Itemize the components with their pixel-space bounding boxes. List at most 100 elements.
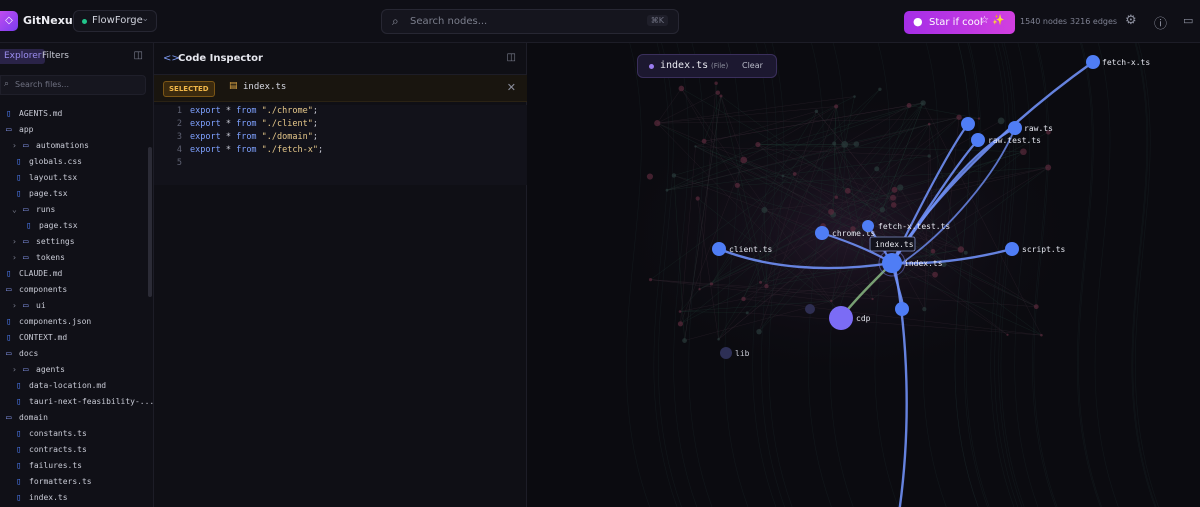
graph-node-raw[interactable] [1008, 121, 1022, 135]
tree-folder[interactable]: ▭ domain [0, 410, 150, 426]
gear-icon[interactable]: ⚙ [1125, 13, 1137, 28]
tree-file[interactable]: ▯ tauri-next-feasibility-... [0, 394, 153, 410]
chevron-right-icon[interactable]: › [12, 234, 20, 250]
tree-file[interactable]: ▯ page.tsx [0, 218, 150, 234]
chevron-right-icon[interactable]: › [12, 250, 20, 266]
file-icon: ▯ [16, 157, 22, 167]
tree-file[interactable]: ▯ globals.css [0, 154, 150, 170]
graph-node-label: raw.ts [1024, 124, 1053, 133]
tree-file[interactable]: ▯ contracts.ts [0, 442, 150, 458]
tree-file[interactable]: ▯ CONTEXT.md [0, 330, 150, 346]
chevron-right-icon[interactable]: › [12, 138, 20, 154]
chevron-right-icon[interactable]: › [12, 362, 20, 378]
line-text: export * from "./client"; [190, 118, 318, 131]
graph-node-label: raw.test.ts [988, 136, 1041, 145]
tree-folder[interactable]: ▭ components [0, 282, 150, 298]
app-name: GitNexus [23, 14, 80, 27]
tree-file[interactable]: ▯ AGENTS.md [0, 106, 150, 122]
search-placeholder: Search nodes... [410, 16, 488, 27]
chevron-down-icon[interactable]: ⌄ [12, 202, 20, 218]
tree-folder[interactable]: › ▭ settings [0, 234, 150, 250]
file-explorer-sidebar: Explorer Filters ◫ ⌕ Search files... ▯ AG… [0, 43, 154, 507]
tree-item-label: CLAUDE.md [19, 269, 63, 278]
graph-node-script[interactable] [1005, 242, 1019, 256]
file-icon: ▯ [16, 189, 22, 199]
graph-node-lib[interactable] [720, 347, 732, 359]
file-icon: ▯ [16, 461, 22, 471]
graph-node-label: script.ts [1022, 245, 1066, 254]
tree-item-label: CONTEXT.md [19, 333, 68, 342]
file-icon: ▯ [16, 493, 22, 503]
file-search-placeholder: Search files... [15, 80, 70, 89]
tree-folder[interactable]: › ▭ tokens [0, 250, 150, 266]
background-edge [1076, 43, 1101, 507]
file-icon: ▯ [16, 397, 22, 407]
graph-node-unlabeled[interactable] [961, 117, 975, 131]
tree-folder[interactable]: › ▭ agents [0, 362, 150, 378]
tree-item-label: AGENTS.md [19, 109, 63, 118]
graph-node-raw-test[interactable] [971, 133, 985, 147]
project-selector[interactable]: FlowForge ⌄ [73, 10, 157, 32]
search-nodes-input[interactable]: ⌕ Search nodes... ⌘K [381, 9, 679, 34]
tree-file[interactable]: ▯ components.json [0, 314, 150, 330]
graph-node-index[interactable] [882, 253, 902, 273]
close-icon[interactable]: ✕ [507, 81, 516, 94]
chevron-down-icon: ⌄ [141, 14, 149, 24]
search-icon: ⌕ [392, 14, 399, 28]
clear-selection-button[interactable]: Clear [742, 61, 763, 70]
code-token: "./chrome" [256, 106, 313, 116]
graph-node-fetch-x-test[interactable] [862, 220, 874, 232]
tree-item-label: failures.ts [29, 461, 82, 470]
tree-file[interactable]: ▯ CLAUDE.md [0, 266, 150, 282]
tree-folder[interactable]: ▭ docs [0, 346, 150, 362]
graph-node-fetch-x[interactable] [1086, 55, 1100, 69]
tree-file[interactable]: ▯ failures.ts [0, 458, 150, 474]
chevron-right-icon[interactable]: › [12, 298, 20, 314]
graph-node-unlabeled-2[interactable] [895, 302, 909, 316]
tab-filters[interactable]: Filters [38, 49, 73, 64]
code-token: export [190, 132, 221, 142]
folder-icon: ▭ [6, 125, 12, 135]
tree-file[interactable]: ▯ page.tsx [0, 186, 150, 202]
background-node [714, 81, 718, 85]
background-node [977, 117, 981, 120]
tree-file[interactable]: ▯ index.ts [0, 490, 150, 506]
tree-file[interactable]: ▯ data-location.md [0, 378, 150, 394]
star-button[interactable]: ● Star if cool ☆ ✨ [904, 11, 1015, 34]
graph-canvas[interactable]: fetch-x.ts raw.ts raw.test.ts chrome.ts … [527, 43, 1200, 507]
project-name: FlowForge [92, 15, 143, 26]
tree-folder[interactable]: › ▭ ui [0, 298, 150, 314]
collapse-sidebar-icon[interactable]: ◫ [134, 50, 143, 61]
selected-file-bar: SELECTED ▤ index.ts ✕ [154, 75, 527, 102]
line-number: 1 [176, 106, 182, 116]
file-icon: ▯ [16, 477, 22, 487]
background-node [761, 206, 768, 213]
file-search-input[interactable]: ⌕ Search files... [0, 75, 146, 95]
tree-folder[interactable]: › ▭ automations [0, 138, 150, 154]
graph-node-chrome[interactable] [815, 226, 829, 240]
tree-file[interactable]: ▯ layout.tsx [0, 170, 150, 186]
tree-file[interactable]: ▯ constants.ts [0, 426, 150, 442]
graph-node-dim[interactable] [805, 304, 815, 314]
background-node [927, 122, 931, 126]
graph-node-client[interactable] [712, 242, 726, 256]
tree-item-label: agents [36, 365, 65, 374]
tree-folder[interactable]: ⌄ ▭ runs [0, 202, 150, 218]
tree-item-label: formatters.ts [29, 477, 92, 486]
panel-collapse-icon[interactable]: ◫ [507, 52, 516, 63]
tree-item-label: contracts.ts [29, 445, 87, 454]
background-node [755, 141, 761, 148]
background-node [709, 282, 714, 286]
code-token: ; [312, 119, 318, 129]
graph-node-cdp[interactable] [829, 306, 853, 330]
tree-file[interactable]: ▯ formatters.ts [0, 474, 150, 490]
sidebar-scrollbar[interactable] [148, 147, 152, 297]
code-token: from [236, 145, 257, 155]
code-token: from [236, 119, 257, 129]
file-icon: ▯ [6, 317, 12, 327]
help-icon[interactable]: ⓘ [1154, 13, 1167, 32]
background-node [1006, 333, 1009, 336]
tree-folder[interactable]: ▭ app [0, 122, 150, 138]
background-node [678, 310, 682, 313]
panel-toggle-icon[interactable]: ▭ [1183, 14, 1193, 27]
